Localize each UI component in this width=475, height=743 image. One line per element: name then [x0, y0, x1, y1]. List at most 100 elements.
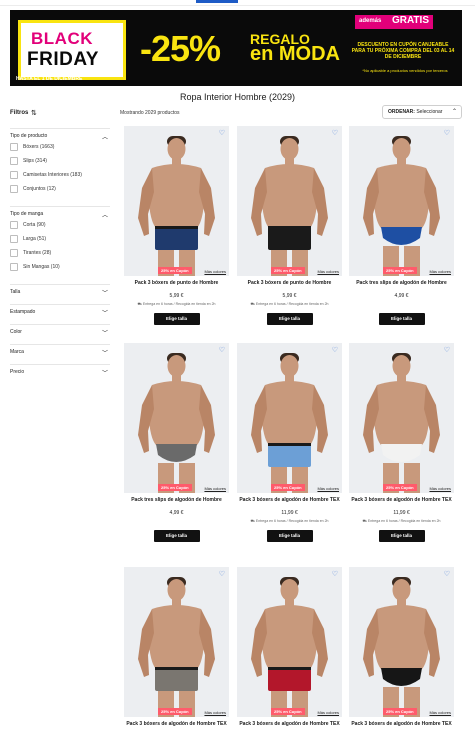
model-photo — [349, 343, 454, 493]
checkbox[interactable] — [10, 221, 18, 229]
product-title[interactable]: Pack tres slips de algodón de Hombre — [124, 497, 229, 509]
product-card[interactable]: ♡ 25% en Cupón Más colores Pack 3 bóxers… — [237, 343, 342, 542]
facet-header[interactable]: Tipo de manga ︿ — [10, 206, 110, 222]
filter-option[interactable]: Slips (314) — [10, 157, 110, 172]
checkbox[interactable] — [10, 235, 18, 243]
coupon-tag: 25% en Cupón — [383, 708, 417, 715]
checkbox[interactable] — [10, 185, 18, 193]
filter-option[interactable]: Bóxers (1663) — [10, 143, 110, 158]
product-card[interactable]: ♡ 25% en Cupón Más colores Pack 3 bóxers… — [349, 343, 454, 542]
heart-icon[interactable]: ♡ — [332, 570, 338, 578]
filters-title[interactable]: Filtros — [10, 110, 28, 116]
filter-option[interactable]: Corta (90) — [10, 221, 110, 236]
filter-option[interactable]: Conjuntos (12) — [10, 185, 110, 200]
product-image[interactable]: ♡ 25% en Cupón Más colores — [237, 567, 342, 717]
more-colors-link[interactable]: Más colores — [204, 269, 226, 274]
product-image[interactable]: ♡ 25% en Cupón Más colores — [124, 126, 229, 276]
results-count: Mostrando 2029 productos — [120, 110, 180, 116]
product-image[interactable]: ♡ 25% en Cupón Más colores — [349, 567, 454, 717]
model-photo — [237, 567, 342, 717]
model-photo — [349, 567, 454, 717]
facet-header[interactable]: Tipo de producto ︿ — [10, 128, 110, 144]
product-title[interactable]: Pack tres slips de algodón de Hombre — [349, 280, 454, 292]
filter-sliders-icon[interactable]: ⇅ — [31, 109, 37, 117]
heart-icon[interactable]: ♡ — [444, 129, 450, 137]
product-title[interactable]: Pack 3 bóxers de algodón de Hombre TEX — [237, 497, 342, 509]
facet-header[interactable]: Estampado ﹀ — [10, 304, 110, 324]
black-friday-banner[interactable]: BLACK FRIDAY HASTA EL 1 DE DICIEMBRE -25… — [10, 10, 462, 86]
more-colors-link[interactable]: Más colores — [429, 486, 451, 491]
more-colors-link[interactable]: Más colores — [317, 710, 339, 715]
chevron-down-icon: ﹀ — [101, 331, 108, 337]
facet-header[interactable]: Color ﹀ — [10, 324, 110, 344]
chevron-down-icon: ﹀ — [101, 311, 108, 317]
choose-size-button[interactable]: Elige talla — [378, 313, 425, 325]
filter-option[interactable]: Sin Mangas (10) — [10, 263, 110, 278]
facet-header[interactable]: Talla ﹀ — [10, 284, 110, 304]
product-title[interactable]: Pack 3 bóxers de algodón de Hombre TEX — [124, 721, 229, 733]
more-colors-link[interactable]: Más colores — [317, 486, 339, 491]
heart-icon[interactable]: ♡ — [444, 346, 450, 354]
product-card[interactable]: ♡ 25% en Cupón Más colores Pack tres sli… — [349, 126, 454, 325]
more-colors-link[interactable]: Más colores — [317, 269, 339, 274]
choose-size-button[interactable]: Elige talla — [153, 530, 200, 542]
more-colors-link[interactable]: Más colores — [429, 710, 451, 715]
checkbox[interactable] — [10, 171, 18, 179]
checkbox[interactable] — [10, 263, 18, 271]
checkbox[interactable] — [10, 157, 18, 165]
chevron-updown-icon: ⌃ — [451, 109, 457, 115]
product-price: 5,99 € — [282, 293, 297, 299]
heart-icon[interactable]: ♡ — [219, 129, 225, 137]
product-card[interactable]: ♡ 25% en Cupón Más colores Pack 3 bóxers… — [124, 126, 229, 325]
choose-size-button[interactable]: Elige talla — [266, 530, 313, 542]
product-image[interactable]: ♡ 25% en Cupón Más colores — [237, 343, 342, 493]
product-image[interactable]: ♡ 25% en Cupón Más colores — [349, 343, 454, 493]
facet-label: Color — [10, 329, 22, 335]
filter-option[interactable]: Larga (51) — [10, 235, 110, 250]
more-colors-link[interactable]: Más colores — [429, 269, 451, 274]
filter-option-label: Camisetas Interiores (183) — [23, 172, 82, 178]
facet-header[interactable]: Marca ﹀ — [10, 344, 110, 364]
filter-option[interactable]: Camisetas Interiores (183) — [10, 171, 110, 186]
heart-icon[interactable]: ♡ — [219, 570, 225, 578]
product-title[interactable]: Pack 3 bóxers de punto de Hombre — [124, 280, 229, 292]
product-card[interactable]: ♡ 25% en Cupón Más colores Pack 3 bóxers… — [349, 567, 454, 742]
page-title: Ropa Interior Hombre (2029) — [179, 92, 296, 102]
product-card[interactable]: ♡ 25% en Cupón Más colores Pack tres sli… — [124, 343, 229, 542]
coupon-tag: 25% en Cupón — [271, 484, 305, 491]
product-card[interactable]: ♡ 25% en Cupón Más colores Pack 3 bóxers… — [237, 567, 342, 742]
product-image[interactable]: ♡ 25% en Cupón Más colores — [349, 126, 454, 276]
delivery-info — [124, 519, 229, 525]
model-photo — [124, 567, 229, 717]
product-title[interactable]: Pack 3 bóxers de algodón de Hombre TEX — [237, 721, 342, 733]
delivery-text: Entrega en 6 horas / Recogida en tienda … — [255, 302, 329, 306]
heart-icon[interactable]: ♡ — [332, 129, 338, 137]
choose-size-button[interactable]: Elige talla — [378, 530, 425, 542]
product-image[interactable]: ♡ 25% en Cupón Más colores — [237, 126, 342, 276]
sort-label: ORDENAR: — [388, 109, 415, 115]
checkbox[interactable] — [10, 143, 18, 151]
product-image[interactable]: ♡ 25% en Cupón Más colores — [124, 343, 229, 493]
filter-option-label: Bóxers (1663) — [23, 144, 55, 150]
sort-select[interactable]: ORDENAR: Seleccionar ⌃ — [382, 105, 462, 119]
checkbox[interactable] — [10, 249, 18, 257]
facet-label: Marca — [10, 349, 24, 355]
more-colors-link[interactable]: Más colores — [204, 710, 226, 715]
product-image[interactable]: ♡ 25% en Cupón Más colores — [124, 567, 229, 717]
delivery-info — [124, 736, 229, 742]
choose-size-button[interactable]: Elige talla — [153, 313, 200, 325]
more-colors-link[interactable]: Más colores — [204, 486, 226, 491]
product-title[interactable]: Pack 3 bóxers de algodón de Hombre TEX — [349, 721, 454, 733]
heart-icon[interactable]: ♡ — [332, 346, 338, 354]
filter-option[interactable]: Tirantes (28) — [10, 249, 110, 264]
choose-size-button[interactable]: Elige talla — [266, 313, 313, 325]
heart-icon[interactable]: ♡ — [219, 346, 225, 354]
facet-label: Precio — [10, 369, 25, 375]
heart-icon[interactable]: ♡ — [444, 570, 450, 578]
product-title[interactable]: Pack 3 bóxers de punto de Hombre — [237, 280, 342, 292]
product-card[interactable]: ♡ 25% en Cupón Más colores Pack 3 bóxers… — [124, 567, 229, 742]
product-card[interactable]: ♡ 25% en Cupón Más colores Pack 3 bóxers… — [237, 126, 342, 325]
product-title[interactable]: Pack 3 bóxers de algodón de Hombre TEX — [349, 497, 454, 509]
facet-header[interactable]: Precio ﹀ — [10, 364, 110, 384]
product-price: 5,99 € — [169, 293, 184, 299]
